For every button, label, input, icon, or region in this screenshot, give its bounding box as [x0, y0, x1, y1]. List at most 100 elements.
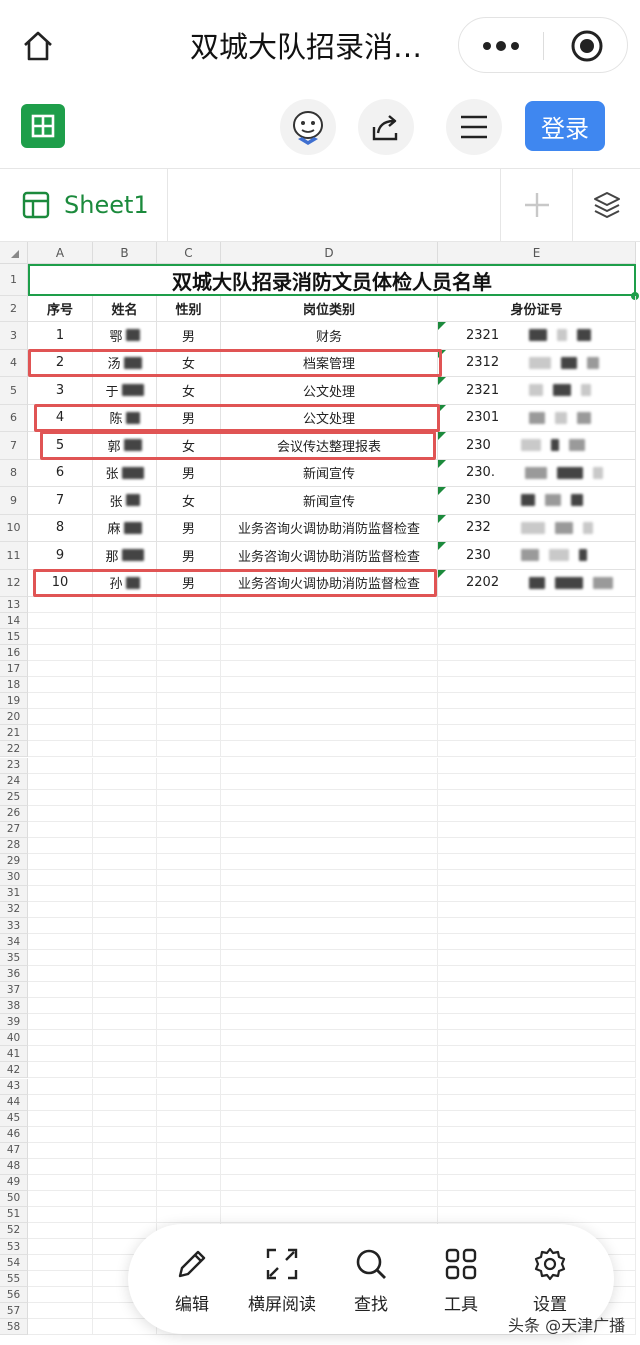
empty-cell[interactable]: [157, 677, 221, 694]
empty-cell[interactable]: [221, 1110, 438, 1127]
empty-cell[interactable]: [438, 950, 636, 967]
empty-cell[interactable]: [221, 741, 438, 758]
row-header[interactable]: 20: [0, 709, 28, 726]
empty-cell[interactable]: [93, 1030, 157, 1047]
empty-cell[interactable]: [93, 934, 157, 951]
row-header[interactable]: 23: [0, 757, 28, 774]
empty-cell[interactable]: [93, 693, 157, 710]
empty-cell[interactable]: [221, 982, 438, 999]
empty-cell[interactable]: [438, 1206, 636, 1223]
empty-cell[interactable]: [438, 1158, 636, 1175]
empty-cell[interactable]: [438, 1062, 636, 1079]
empty-cell[interactable]: [28, 982, 93, 999]
empty-cell[interactable]: [93, 950, 157, 967]
empty-cell[interactable]: [157, 1062, 221, 1079]
table-cell[interactable]: 3: [28, 377, 93, 405]
row-header[interactable]: 25: [0, 789, 28, 806]
tab-sheet1[interactable]: Sheet1: [0, 169, 168, 241]
close-button[interactable]: [545, 18, 629, 74]
empty-cell[interactable]: [221, 1078, 438, 1095]
empty-cell[interactable]: [438, 773, 636, 790]
empty-cell[interactable]: [221, 645, 438, 662]
empty-cell[interactable]: [28, 1239, 93, 1256]
empty-cell[interactable]: [93, 1014, 157, 1031]
empty-cell[interactable]: [93, 1046, 157, 1063]
empty-cell[interactable]: [28, 757, 93, 774]
row-header[interactable]: 28: [0, 837, 28, 854]
row-header[interactable]: 21: [0, 725, 28, 742]
table-cell[interactable]: 公文处理: [221, 377, 438, 405]
row-header[interactable]: 58: [0, 1319, 28, 1336]
table-cell[interactable]: 财务: [221, 322, 438, 350]
empty-cell[interactable]: [438, 837, 636, 854]
row-header[interactable]: 34: [0, 934, 28, 951]
empty-cell[interactable]: [438, 1174, 636, 1191]
column-header-a[interactable]: A: [28, 242, 93, 264]
empty-cell[interactable]: [221, 1046, 438, 1063]
empty-cell[interactable]: [221, 1014, 438, 1031]
header-cell[interactable]: 岗位类别: [221, 296, 438, 322]
empty-cell[interactable]: [28, 998, 93, 1015]
empty-cell[interactable]: [157, 1110, 221, 1127]
row-header[interactable]: 29: [0, 853, 28, 870]
empty-cell[interactable]: [28, 789, 93, 806]
empty-cell[interactable]: [438, 645, 636, 662]
empty-cell[interactable]: [28, 1094, 93, 1111]
settings-button[interactable]: 设置: [510, 1246, 590, 1315]
empty-cell[interactable]: [221, 853, 438, 870]
empty-cell[interactable]: [438, 1142, 636, 1159]
empty-cell[interactable]: [221, 1190, 438, 1207]
table-cell[interactable]: 新闻宣传: [221, 459, 438, 487]
empty-cell[interactable]: [93, 869, 157, 886]
table-cell[interactable]: 230: [438, 487, 636, 515]
empty-cell[interactable]: [221, 789, 438, 806]
table-cell[interactable]: 女: [157, 487, 221, 515]
row-header[interactable]: 56: [0, 1287, 28, 1304]
empty-cell[interactable]: [438, 661, 636, 678]
row-header[interactable]: 42: [0, 1062, 28, 1079]
row-header[interactable]: 35: [0, 950, 28, 967]
empty-cell[interactable]: [221, 837, 438, 854]
empty-cell[interactable]: [438, 853, 636, 870]
empty-cell[interactable]: [157, 661, 221, 678]
empty-cell[interactable]: [438, 1190, 636, 1207]
empty-cell[interactable]: [157, 629, 221, 646]
empty-cell[interactable]: [28, 661, 93, 678]
empty-cell[interactable]: [28, 950, 93, 967]
empty-cell[interactable]: [93, 709, 157, 726]
sheet-list-button[interactable]: [572, 169, 640, 241]
empty-cell[interactable]: [28, 1174, 93, 1191]
empty-cell[interactable]: [438, 982, 636, 999]
empty-cell[interactable]: [28, 629, 93, 646]
empty-cell[interactable]: [438, 821, 636, 838]
more-button[interactable]: [459, 18, 543, 74]
empty-cell[interactable]: [438, 869, 636, 886]
empty-cell[interactable]: [28, 1271, 93, 1288]
search-button[interactable]: 查找: [331, 1246, 411, 1315]
empty-cell[interactable]: [157, 1078, 221, 1095]
row-header[interactable]: 43: [0, 1078, 28, 1095]
empty-cell[interactable]: [28, 741, 93, 758]
empty-cell[interactable]: [93, 613, 157, 630]
header-cell[interactable]: 身份证号: [438, 296, 636, 322]
row-header[interactable]: 51: [0, 1206, 28, 1223]
empty-cell[interactable]: [438, 1110, 636, 1127]
empty-cell[interactable]: [438, 1030, 636, 1047]
empty-cell[interactable]: [157, 1030, 221, 1047]
empty-cell[interactable]: [93, 741, 157, 758]
row-header[interactable]: 47: [0, 1142, 28, 1159]
empty-cell[interactable]: [438, 934, 636, 951]
empty-cell[interactable]: [93, 789, 157, 806]
column-header-b[interactable]: B: [93, 242, 157, 264]
empty-cell[interactable]: [157, 998, 221, 1015]
empty-cell[interactable]: [28, 709, 93, 726]
empty-cell[interactable]: [157, 789, 221, 806]
empty-cell[interactable]: [221, 869, 438, 886]
empty-cell[interactable]: [93, 661, 157, 678]
empty-cell[interactable]: [221, 773, 438, 790]
row-header[interactable]: 5: [0, 377, 28, 405]
empty-cell[interactable]: [28, 1030, 93, 1047]
empty-cell[interactable]: [28, 1287, 93, 1304]
row-header[interactable]: 41: [0, 1046, 28, 1063]
row-header[interactable]: 6: [0, 404, 28, 432]
